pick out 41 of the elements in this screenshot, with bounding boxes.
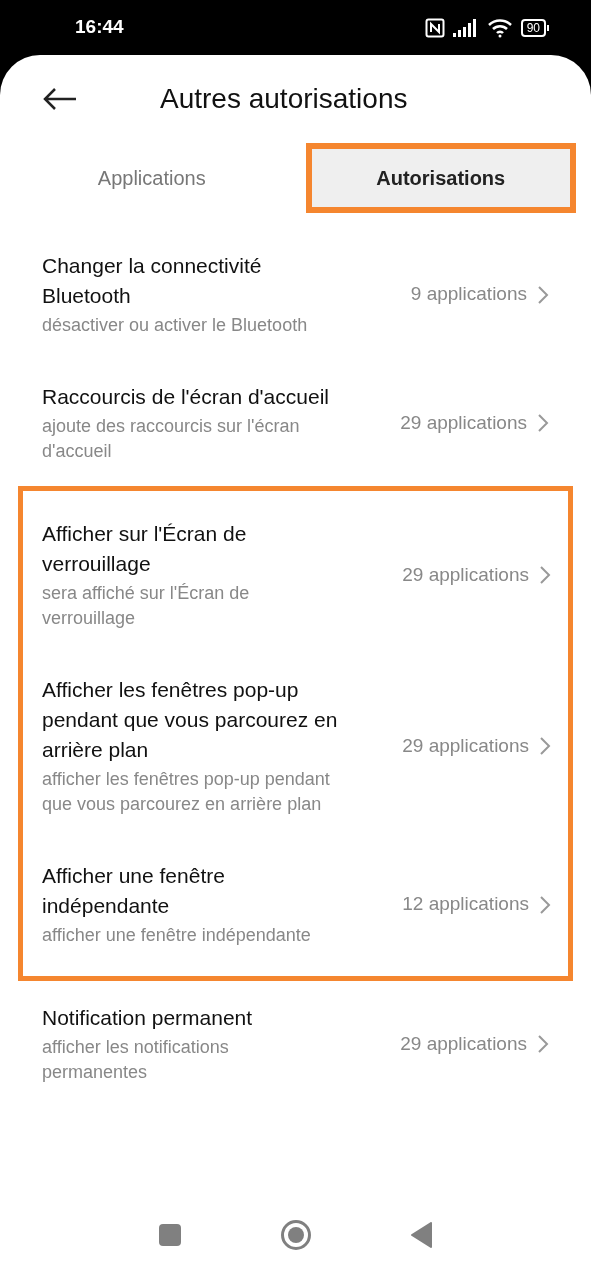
permission-description: afficher les fenêtres pop-up pendant que vous parcourez en arrière plan xyxy=(42,768,331,816)
page-title: Autres autorisations xyxy=(160,82,408,116)
permission-description: afficher les notifications permanentes xyxy=(42,1036,230,1084)
permission-title: Afficher sur l'Écran de verrouillage xyxy=(42,521,248,577)
permission-title: Afficher les fenêtres pop-up pendant que vous parcourez en arrière plan xyxy=(42,677,339,763)
tab[interactable]: Applications xyxy=(18,143,286,213)
home-button[interactable] xyxy=(280,1220,311,1250)
app-count: 29 applications xyxy=(402,733,529,758)
permission-title: Changer la connectivité Bluetooth xyxy=(42,253,263,309)
permission-row[interactable]: Changer la connectivité Bluetooth désactiver ou activer le Bluetooth 9 applications xyxy=(0,229,591,360)
permission-description: afficher une fenêtre indépendante xyxy=(42,924,312,947)
chevron-right-icon xyxy=(537,413,549,433)
battery-indicator: 90 xyxy=(520,18,549,37)
permission-row[interactable]: Afficher sur l'Écran de verrouillage sera affiché sur l'Écran de verrouillage 29 applications xyxy=(23,497,568,653)
permission-title: Notification permanent xyxy=(42,1005,254,1031)
chevron-right-icon xyxy=(537,1034,549,1054)
permission-row[interactable]: Afficher une fenêtre indépendante afficher une fenêtre indépendante 12 applications xyxy=(23,839,568,970)
app-count: 29 applications xyxy=(402,562,529,587)
permission-description: sera affiché sur l'Écran de verrouillage xyxy=(42,582,251,630)
permission-row[interactable]: Raccourcis de l'écran d'accueil ajoute des raccourcis sur l'écran d'accueil 29 applications xyxy=(0,360,591,486)
permission-title: Afficher une fenêtre indépendante xyxy=(42,863,226,919)
back-nav-button[interactable] xyxy=(410,1222,433,1248)
chevron-right-icon xyxy=(539,894,551,915)
app-count: 12 applications xyxy=(402,892,529,917)
permission-row[interactable]: Afficher les fenêtres pop-up pendant que vous parcourez en arrière plan afficher les fenêtres pop-up pendant que vous parcourez en arrière plan 29 applications xyxy=(23,653,568,839)
permission-title: Raccourcis de l'écran d'accueil xyxy=(42,384,330,410)
signal-icon xyxy=(452,18,479,37)
app-count: 9 applications xyxy=(410,282,527,307)
chevron-right-icon xyxy=(537,284,549,305)
nfc-icon xyxy=(424,17,445,38)
chevron-right-icon xyxy=(539,736,551,756)
permission-description: ajoute des raccourcis sur l'écran d'accueil xyxy=(42,415,301,463)
permission-description: désactiver ou activer le Bluetooth xyxy=(42,314,309,337)
app-count: 29 applications xyxy=(400,1031,527,1056)
status-time: 16:44 xyxy=(75,15,124,40)
permission-row[interactable]: Notification permanent afficher les notifications permanentes 29 applications xyxy=(0,981,591,1107)
wifi-icon xyxy=(486,17,513,38)
app-count: 29 applications xyxy=(400,410,527,435)
chevron-right-icon xyxy=(539,565,551,585)
recents-button[interactable] xyxy=(158,1224,181,1246)
tab[interactable]: Autorisations xyxy=(305,143,576,213)
